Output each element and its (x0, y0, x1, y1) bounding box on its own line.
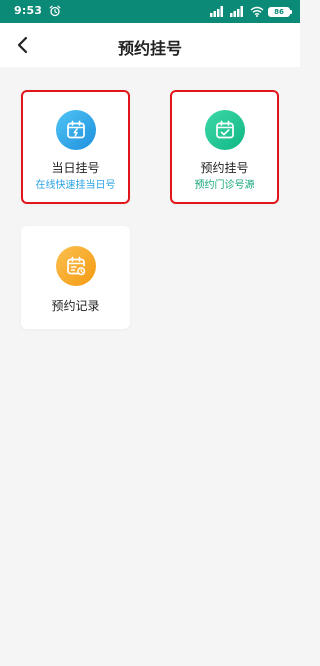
same-day-registration-card[interactable]: 当日挂号 在线快速挂当日号 (21, 90, 130, 204)
title-bar: 预约挂号 (0, 23, 300, 67)
card-subtitle: 预约门诊号源 (194, 180, 255, 191)
status-icons: 86 (210, 5, 292, 18)
signal-icon (230, 6, 243, 17)
card-title: 当日挂号 (51, 161, 100, 175)
card-title: 预约挂号 (200, 161, 249, 175)
card-subtitle: 在线快速挂当日号 (35, 180, 116, 191)
card-title: 预约记录 (51, 299, 100, 313)
calendar-check-icon (204, 110, 245, 150)
status-bar: 9:53 86 (0, 0, 300, 23)
page-title: 预约挂号 (117, 39, 182, 58)
alarm-icon (49, 5, 61, 17)
wifi-icon (250, 6, 264, 17)
signal-icon (210, 6, 223, 17)
status-time: 9:53 (14, 4, 43, 17)
appointment-records-card[interactable]: 预约记录 (21, 226, 130, 329)
appointment-registration-card[interactable]: 预约挂号 预约门诊号源 (170, 90, 279, 204)
battery-icon: 86 (268, 6, 292, 17)
calendar-lightning-icon (55, 110, 96, 150)
calendar-clock-icon (55, 246, 96, 286)
